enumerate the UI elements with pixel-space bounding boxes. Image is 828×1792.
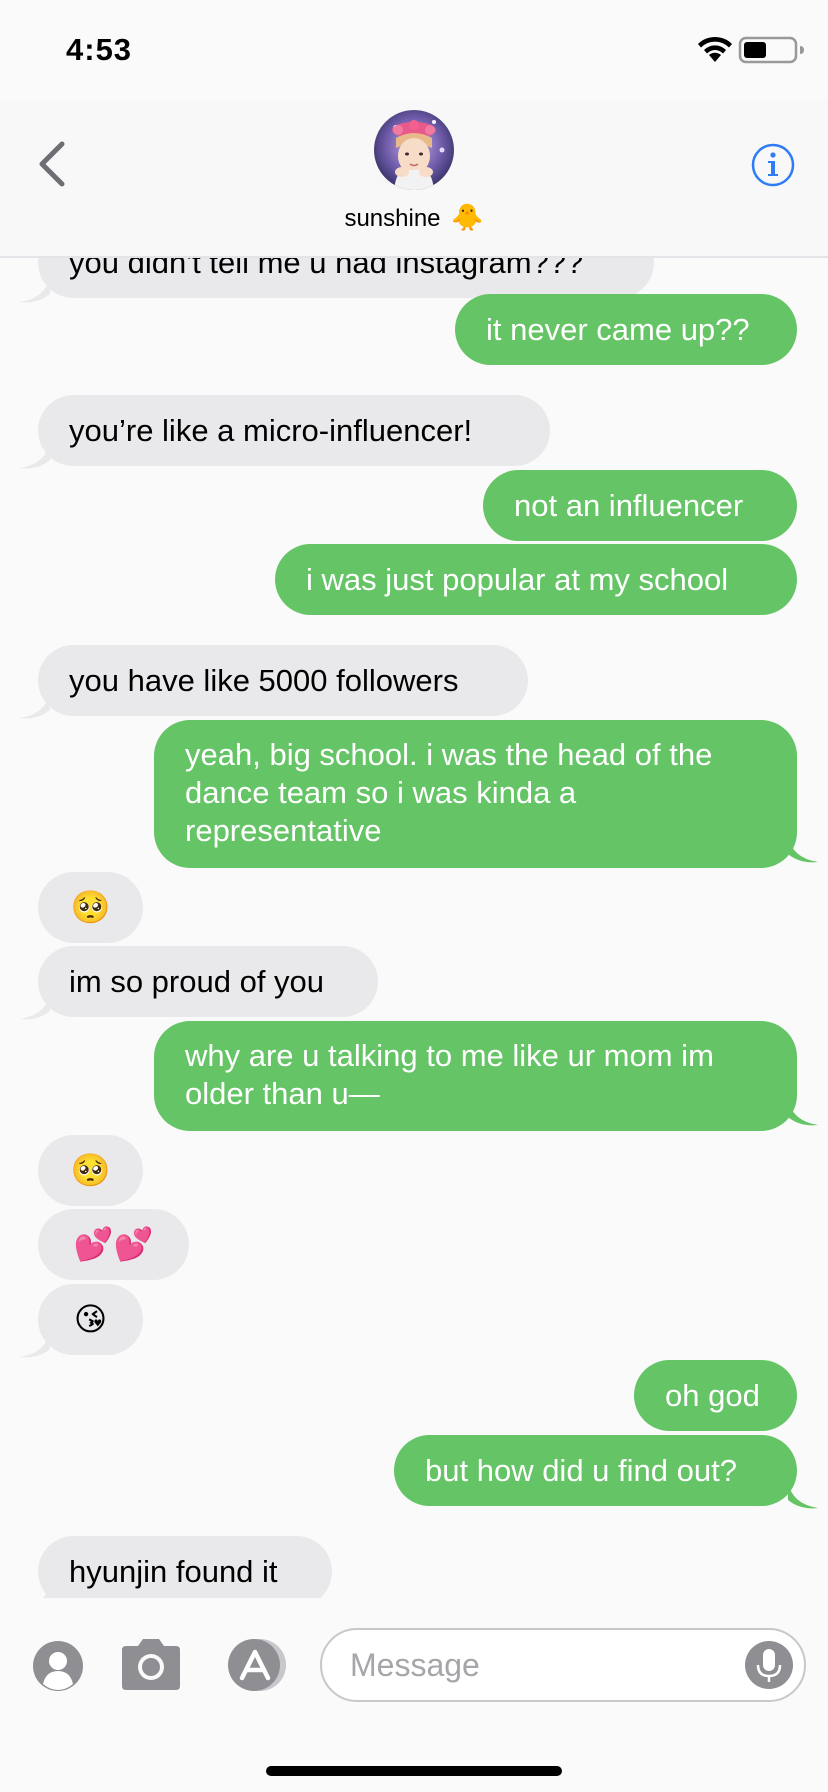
compose-bar (0, 1598, 828, 1718)
message-bubble-outgoing[interactable]: oh god (634, 1360, 797, 1431)
message-field[interactable] (320, 1628, 806, 1702)
message-bubble-incoming[interactable]: you have like 5000 followers (38, 645, 528, 716)
message-bubble-incoming[interactable]: you didn't tell me u had instagram??? (38, 258, 654, 298)
bubble-tail (20, 993, 50, 1020)
message-text: i was just popular at my school (306, 562, 729, 597)
status-bar: 4:53 (0, 0, 828, 100)
home-indicator[interactable] (266, 1766, 562, 1776)
message-text: you’re like a micro-influencer! (69, 413, 473, 448)
bubble-tail (788, 1482, 818, 1509)
bubble-tail (788, 1099, 818, 1126)
contact-name-label: sunshine (344, 205, 441, 232)
message-bubble-outgoing[interactable]: not an influencer (483, 470, 797, 541)
message-bubble-outgoing[interactable]: it never came up?? (455, 294, 797, 365)
back-button[interactable] (30, 136, 78, 192)
contact-name[interactable]: sunshine 🐥 (0, 202, 828, 233)
camera-icon[interactable] (118, 1636, 184, 1692)
message-text: yeah, big school. i was the head of the … (185, 737, 713, 848)
message-text: im so proud of you (69, 964, 325, 999)
message-bubble-incoming[interactable]: 🥺 (38, 872, 143, 943)
bubble-tail (788, 836, 818, 863)
bubble-tail (20, 442, 50, 469)
message-text: but how did u find out? (425, 1453, 737, 1488)
message-text: you have like 5000 followers (69, 663, 459, 698)
status-time: 4:53 (66, 32, 133, 67)
message-text: it never came up?? (486, 312, 750, 347)
avatar[interactable] (374, 110, 454, 190)
conversation-header: sunshine 🐥 (0, 100, 828, 258)
message-bubble-incoming[interactable]: 💕💕 (38, 1209, 189, 1280)
message-text: not an influencer (514, 488, 744, 523)
bubble-tail (20, 692, 50, 719)
microphone-icon[interactable] (744, 1640, 794, 1690)
two-hearts-emoji: 💕💕 (73, 1226, 154, 1262)
message-bubble-incoming[interactable]: hyunjin found it (38, 1536, 332, 1598)
message-text: oh god (665, 1378, 760, 1413)
message-bubble-outgoing[interactable]: yeah, big school. i was the head of the … (154, 720, 797, 868)
message-thread[interactable]: you didn't tell me u had instagram??? it… (0, 258, 828, 1598)
message-text: hyunjin found it (69, 1554, 278, 1589)
message-bubble-outgoing[interactable]: i was just popular at my school (275, 544, 797, 615)
kissing-face-emoji: 😘 (73, 1301, 108, 1337)
pleading-face-emoji: 🥺 (70, 1152, 111, 1188)
bubble-tail (20, 1331, 50, 1358)
wifi-icon (698, 36, 732, 62)
bubble-tail (20, 276, 50, 303)
message-bubble-outgoing[interactable]: why are u talking to me like ur mom im o… (154, 1021, 797, 1131)
message-input[interactable] (350, 1630, 730, 1700)
message-bubble-incoming[interactable]: you’re like a micro-influencer! (38, 395, 550, 466)
battery-icon (738, 36, 804, 64)
bubble-tail (42, 1583, 50, 1598)
message-text: you didn't tell me u had instagram??? (69, 258, 584, 280)
pleading-face-emoji: 🥺 (70, 889, 111, 925)
info-button[interactable] (750, 142, 796, 188)
message-bubble-incoming[interactable]: im so proud of you (38, 946, 378, 1017)
chick-emoji-icon: 🐥 (451, 202, 484, 232)
message-bubble-outgoing[interactable]: but how did u find out? (394, 1435, 797, 1506)
message-bubble-incoming[interactable]: 🥺 (38, 1135, 143, 1206)
memoji-icon[interactable] (32, 1640, 84, 1692)
app-store-icon[interactable] (222, 1638, 294, 1692)
message-bubble-incoming[interactable]: 😘 (38, 1284, 143, 1355)
message-text: why are u talking to me like ur mom im o… (185, 1038, 714, 1111)
